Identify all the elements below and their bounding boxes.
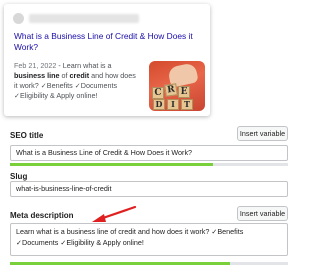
snippet-lead: Learn what is a — [62, 61, 112, 70]
preview-thumbnail-image: C R E D I T — [149, 61, 205, 111]
red-arrow-annotation-icon — [92, 205, 137, 222]
snippet-keyword-1: business line — [14, 71, 60, 80]
thumb-letter-block: R — [164, 83, 178, 97]
preview-snippet: Feb 21, 2022 - Learn what is a business … — [14, 61, 138, 101]
preview-title: What is a Business Line of Credit & How … — [14, 31, 193, 52]
meta-description-progress-fill — [10, 262, 230, 265]
meta-description-progress-bar — [10, 262, 288, 265]
seo-title-label: SEO title — [10, 131, 44, 140]
seo-title-input[interactable]: What is a Business Line of Credit & How … — [10, 145, 288, 161]
meta-description-label: Meta description — [10, 211, 74, 220]
site-favicon-icon — [13, 13, 24, 24]
thumb-letter-block: T — [181, 99, 193, 110]
snippet-keyword-2: credit — [69, 71, 90, 80]
thumb-letter-block: I — [167, 99, 179, 110]
slug-label: Slug — [10, 172, 28, 181]
seo-title-progress-fill — [10, 163, 213, 166]
seo-title-progress-bar — [10, 163, 288, 166]
seo-title-insert-variable-button[interactable]: Insert variable — [237, 126, 288, 141]
snippet-mid: of — [61, 71, 68, 80]
preview-date: Feb 21, 2022 — [14, 61, 57, 70]
meta-description-textarea[interactable]: Learn what is a business line of credit … — [10, 223, 288, 256]
slug-input[interactable]: what-is-business-line-of-credit — [10, 181, 288, 197]
thumb-letter-block: E — [178, 86, 190, 98]
meta-description-insert-variable-button[interactable]: Insert variable — [237, 206, 288, 221]
thumb-letter-block: C — [152, 87, 164, 99]
thumb-letter-block: D — [153, 99, 165, 110]
google-preview-card: What is a Business Line of Credit & How … — [4, 4, 210, 116]
blurred-site-url — [29, 14, 139, 23]
